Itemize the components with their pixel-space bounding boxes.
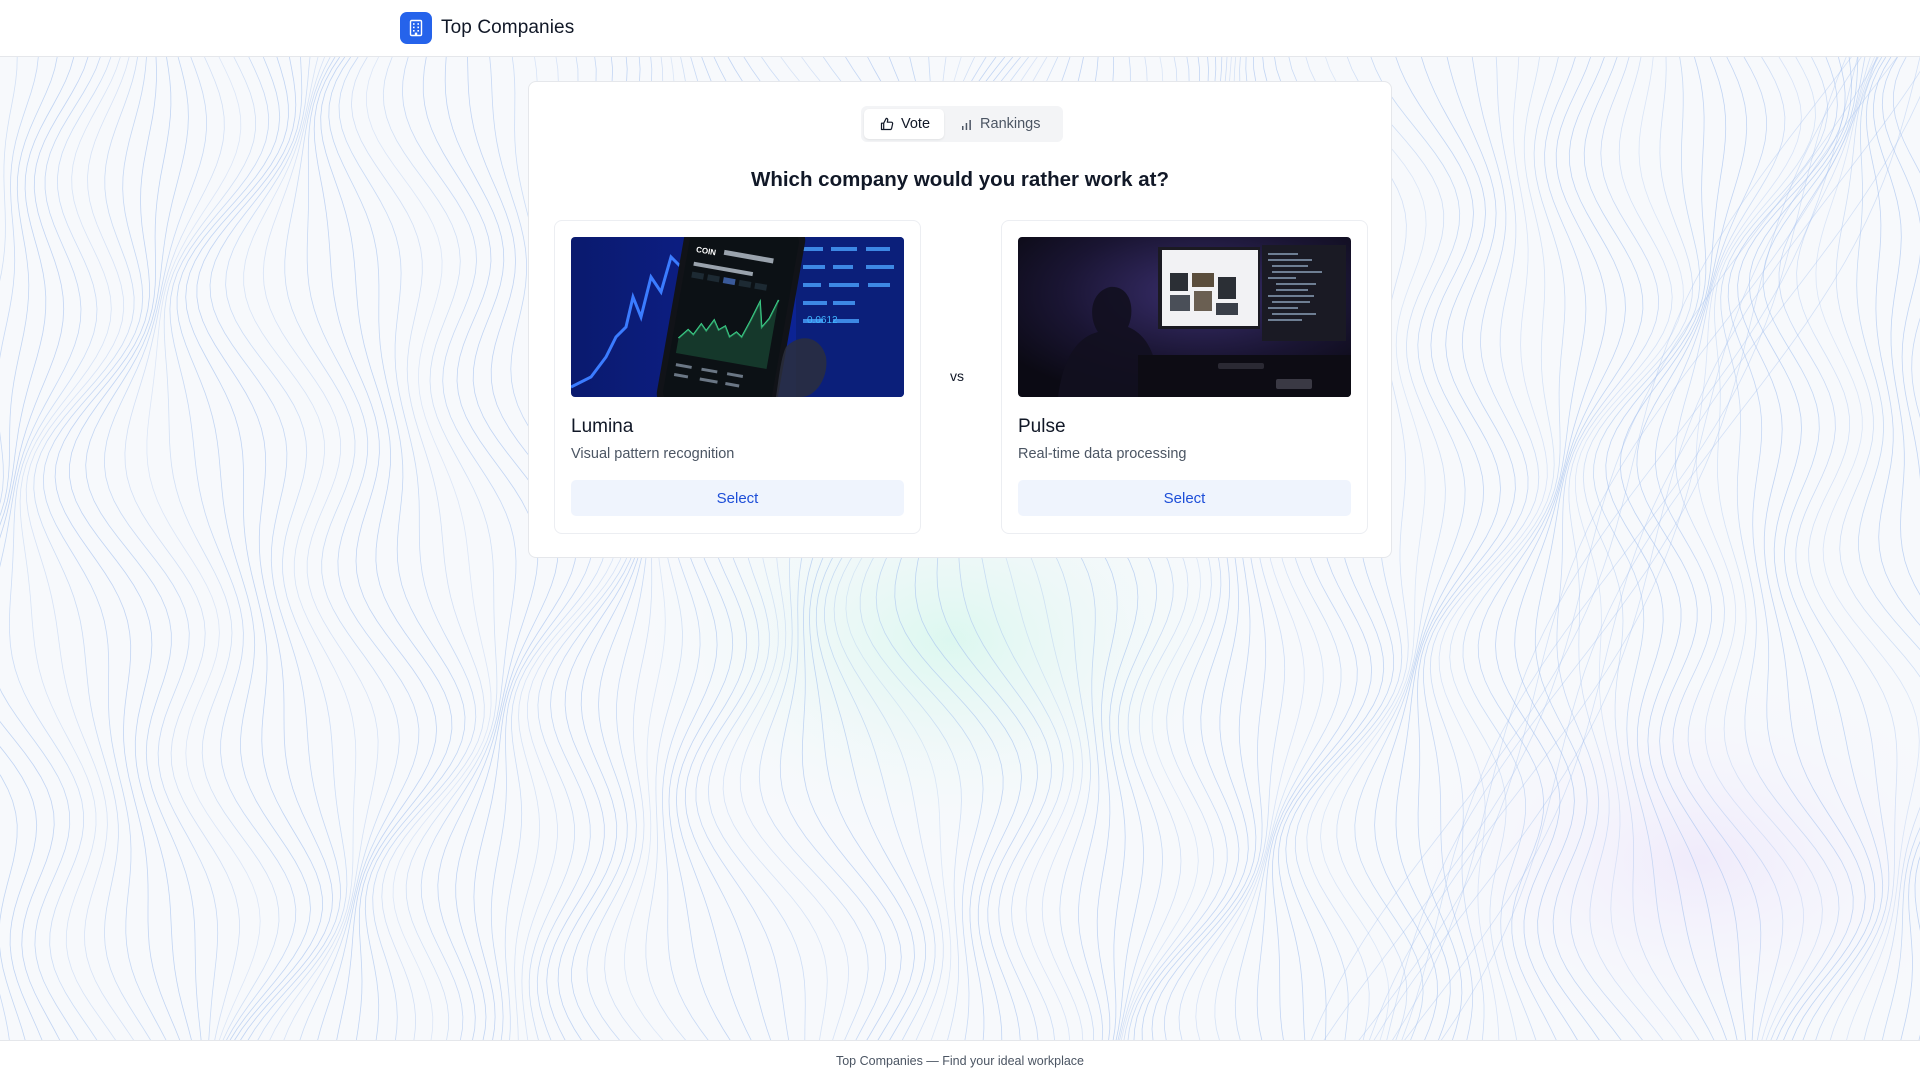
view-tabs: Vote Rankings	[861, 106, 1063, 142]
app-title: Top Companies	[441, 17, 575, 38]
app-footer: Top Companies — Find your ideal workplac…	[0, 1040, 1920, 1080]
select-pulse-button[interactable]: Select	[1018, 480, 1351, 516]
tab-rankings-label: Rankings	[980, 116, 1041, 132]
brand[interactable]: Top Companies	[400, 12, 574, 44]
tab-vote[interactable]: Vote	[864, 109, 945, 139]
company-image-lumina: 0.0612 COIN	[571, 237, 904, 397]
select-lumina-button[interactable]: Select	[571, 480, 904, 516]
bar-chart-icon	[962, 119, 971, 130]
svg-text:0.0612: 0.0612	[807, 315, 838, 326]
vs-divider: vs	[937, 356, 977, 396]
company-image-pulse	[1018, 237, 1351, 397]
company-option-lumina: 0.0612 COIN Lumina Visual pattern recogn…	[554, 220, 921, 534]
building-icon	[400, 12, 432, 44]
footer-text: Top Companies — Find your ideal workplac…	[835, 1054, 1085, 1068]
company-description: Real-time data processing	[1018, 446, 1187, 462]
tab-vote-label: Vote	[901, 116, 931, 132]
company-option-pulse: Pulse Real-time data processing Select	[1001, 220, 1368, 534]
tab-rankings[interactable]: Rankings	[944, 109, 1054, 139]
company-description: Visual pattern recognition	[571, 446, 735, 462]
thumbs-up-icon	[880, 117, 894, 131]
app-header: Top Companies	[0, 0, 1920, 57]
company-name: Pulse	[1018, 416, 1066, 437]
company-name: Lumina	[571, 416, 634, 437]
vote-card: Vote Rankings Which company would you ra…	[528, 81, 1392, 558]
vote-question: Which company would you rather work at?	[750, 168, 1170, 191]
